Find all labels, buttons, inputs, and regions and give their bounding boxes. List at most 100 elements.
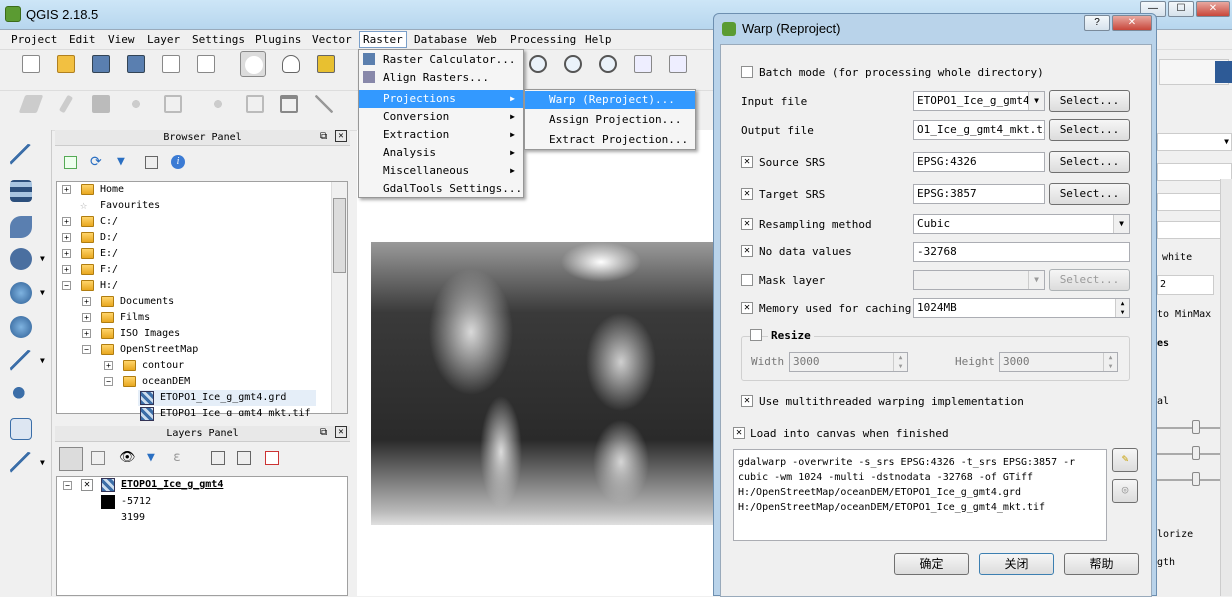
- width-spinbox[interactable]: 3000 ▲ ▼: [789, 352, 908, 372]
- browser-item[interactable]: ETOPO1_Ice_g_gmt4.grd: [160, 390, 286, 406]
- browser-item[interactable]: F:/: [100, 262, 118, 278]
- conversion-item[interactable]: Conversion ▶: [359, 108, 523, 126]
- browser-item[interactable]: oceanDEM: [142, 374, 190, 390]
- menu-raster[interactable]: Raster: [359, 31, 407, 48]
- resampling-checkbox[interactable]: ✕: [741, 218, 753, 230]
- right-spin[interactable]: 2: [1157, 275, 1214, 295]
- mask-layer-combo[interactable]: ▼: [913, 270, 1045, 290]
- add-vector-layer-button[interactable]: [8, 142, 36, 168]
- browser-item[interactable]: Favourites: [100, 198, 160, 214]
- tree-expander-icon[interactable]: +: [62, 249, 71, 258]
- height-spinbox[interactable]: 3000 ▲ ▼: [999, 352, 1118, 372]
- add-delimited-text-button[interactable]: [8, 382, 36, 408]
- refresh-icon[interactable]: ⟳: [90, 154, 102, 170]
- browser-item[interactable]: Films: [120, 310, 150, 326]
- source-srs-checkbox[interactable]: ✕: [741, 156, 753, 168]
- browser-item[interactable]: ETOPO1_Ice_g_gmt4_mkt.tif: [160, 406, 316, 416]
- toggle-editing-button[interactable]: [53, 91, 79, 117]
- filter-icon[interactable]: ▼: [117, 154, 125, 169]
- menu-vector[interactable]: Vector: [312, 33, 352, 46]
- menu-settings[interactable]: Settings: [192, 33, 245, 46]
- zoom-in-button[interactable]: [525, 51, 551, 77]
- output-file-field[interactable]: O1_Ice_g_gmt4_mkt.tif: [913, 120, 1045, 140]
- menu-view[interactable]: View: [108, 33, 135, 46]
- expression-filter-icon[interactable]: ε: [173, 450, 181, 465]
- browser-item[interactable]: H:/: [100, 278, 118, 294]
- tree-expander-icon[interactable]: −: [82, 345, 91, 354]
- filter-legend-icon[interactable]: ▼: [147, 450, 155, 465]
- zoom-full-button[interactable]: [595, 51, 621, 77]
- trash-button[interactable]: [276, 91, 302, 117]
- close-panel-icon[interactable]: ✕: [335, 426, 347, 438]
- resize-checkbox[interactable]: [750, 329, 762, 341]
- slider-handle[interactable]: [1192, 472, 1200, 486]
- browser-item[interactable]: C:/: [100, 214, 118, 230]
- layer-visibility-checkbox[interactable]: ✕: [81, 479, 93, 491]
- warp-reproject-item[interactable]: Warp (Reproject)...: [525, 91, 695, 109]
- spin-arrows-icon[interactable]: ▲ ▼: [1103, 353, 1117, 371]
- menu-layer[interactable]: Layer: [147, 33, 180, 46]
- tree-expander-icon[interactable]: +: [104, 361, 113, 370]
- add-group-icon[interactable]: [91, 451, 105, 465]
- spin-arrows-icon[interactable]: ▲ ▼: [1115, 299, 1129, 317]
- dialog-close-button[interactable]: ✕: [1112, 15, 1152, 31]
- composer-manager-button[interactable]: [193, 51, 219, 77]
- close-window-button[interactable]: ✕: [1196, 1, 1230, 17]
- open-project-button[interactable]: [53, 51, 79, 77]
- tree-expander-icon[interactable]: +: [62, 233, 71, 242]
- slider-handle[interactable]: [1192, 446, 1200, 460]
- reset-command-button[interactable]: ◎: [1112, 479, 1138, 503]
- new-shapefile-button[interactable]: ▼: [8, 450, 45, 476]
- float-panel-icon[interactable]: ⧉: [320, 427, 327, 438]
- add-wfs-button[interactable]: ▼: [8, 348, 45, 374]
- menu-web[interactable]: Web: [477, 33, 497, 46]
- collapse-toggle-icon[interactable]: −: [63, 481, 72, 490]
- layer-name[interactable]: ETOPO1_Ice_g_gmt4: [121, 477, 223, 493]
- collapse-all-icon[interactable]: [145, 156, 158, 169]
- new-print-composer-button[interactable]: [158, 51, 184, 77]
- zoom-out-button[interactable]: [560, 51, 586, 77]
- add-feature-button[interactable]: [123, 91, 149, 117]
- add-wcs-button[interactable]: [8, 314, 36, 340]
- menu-database[interactable]: Database: [414, 33, 467, 46]
- projections-item[interactable]: Projections ▶: [359, 90, 523, 108]
- help-button[interactable]: 帮助: [1064, 553, 1139, 575]
- eye-icon[interactable]: 👁: [119, 450, 136, 465]
- styling-brush-icon[interactable]: [59, 447, 83, 471]
- browser-item[interactable]: contour: [142, 358, 184, 374]
- browser-item[interactable]: E:/: [100, 246, 118, 262]
- browser-item[interactable]: OpenStreetMap: [120, 342, 198, 358]
- save-as-button[interactable]: [123, 51, 149, 77]
- gdaltools-settings-item[interactable]: GdalTools Settings...: [359, 180, 523, 198]
- browser-item[interactable]: ISO Images: [120, 326, 180, 342]
- add-virtual-layer-button[interactable]: [8, 416, 36, 442]
- source-srs-select-button[interactable]: Select...: [1049, 151, 1130, 173]
- close-button[interactable]: 关闭: [979, 553, 1054, 575]
- analysis-item[interactable]: Analysis ▶: [359, 144, 523, 162]
- tree-expander-icon[interactable]: +: [62, 265, 71, 274]
- tree-expander-icon[interactable]: +: [82, 313, 91, 322]
- right-scrollbar[interactable]: [1220, 179, 1232, 596]
- tree-expander-icon[interactable]: +: [82, 297, 91, 306]
- load-canvas-checkbox[interactable]: ✕: [733, 427, 745, 439]
- info-icon[interactable]: i: [171, 155, 185, 169]
- memory-checkbox[interactable]: ✕: [741, 302, 753, 314]
- delete-selected-button[interactable]: [242, 91, 268, 117]
- save-edits-button[interactable]: [88, 91, 114, 117]
- tree-expander-icon[interactable]: +: [82, 329, 91, 338]
- memory-spinbox[interactable]: 1024MB ▲ ▼: [913, 298, 1130, 318]
- menu-help[interactable]: Help: [585, 33, 612, 46]
- tree-expander-icon[interactable]: +: [62, 185, 71, 194]
- touch-zoom-button[interactable]: [240, 51, 266, 77]
- spin-arrows-icon[interactable]: ▲ ▼: [893, 353, 907, 371]
- scroll-thumb[interactable]: [333, 198, 346, 273]
- pan-to-selection-button[interactable]: [313, 51, 339, 77]
- float-panel-icon[interactable]: ⧉: [320, 131, 327, 142]
- input-file-combo[interactable]: ETOPO1_Ice_g_gmt4 ▼: [913, 91, 1045, 111]
- close-panel-icon[interactable]: ✕: [335, 130, 347, 142]
- right-combo-1[interactable]: ▼: [1157, 133, 1232, 151]
- align-rasters-item[interactable]: Align Rasters...: [359, 69, 523, 87]
- menu-edit[interactable]: Edit: [69, 33, 96, 46]
- add-wms-button[interactable]: ▼: [8, 280, 45, 306]
- tree-expander-icon[interactable]: −: [104, 377, 113, 386]
